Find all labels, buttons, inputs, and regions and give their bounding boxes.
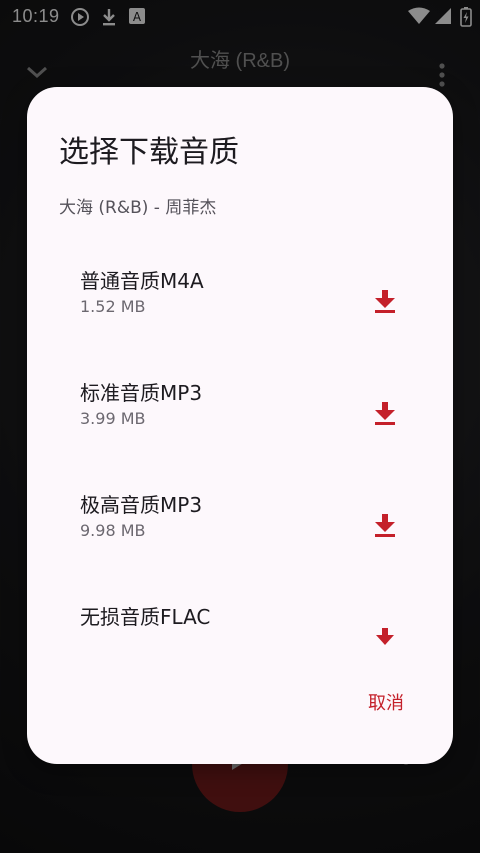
download-quality-dialog: 选择下载音质 大海 (R&B) - 周菲杰 普通音质M4A 1.52 MB 标准…: [27, 87, 453, 764]
quality-option-flac[interactable]: 无损音质FLAC: [47, 583, 437, 683]
cancel-button[interactable]: 取消: [353, 687, 419, 721]
download-button[interactable]: [363, 503, 407, 547]
quality-label: 标准音质MP3: [80, 381, 203, 405]
download-icon: [375, 514, 395, 537]
download-arrow-icon: [376, 628, 394, 645]
quality-option-mp3-high[interactable]: 极高音质MP3 9.98 MB: [47, 471, 437, 571]
quality-size: 1.52 MB: [80, 297, 146, 316]
download-button[interactable]: [363, 615, 407, 659]
quality-label: 无损音质FLAC: [80, 605, 211, 629]
quality-option-m4a[interactable]: 普通音质M4A 1.52 MB: [47, 247, 437, 347]
dialog-subtitle: 大海 (R&B) - 周菲杰: [59, 198, 217, 218]
quality-size: 9.98 MB: [80, 521, 146, 540]
quality-size: 3.99 MB: [80, 409, 146, 428]
download-button[interactable]: [363, 391, 407, 435]
quality-label: 极高音质MP3: [80, 493, 203, 517]
quality-option-mp3-standard[interactable]: 标准音质MP3 3.99 MB: [47, 359, 437, 459]
download-icon: [375, 290, 395, 313]
download-button[interactable]: [363, 279, 407, 323]
dialog-title: 选择下载音质: [59, 135, 239, 170]
download-icon: [375, 402, 395, 425]
quality-label: 普通音质M4A: [80, 269, 204, 293]
